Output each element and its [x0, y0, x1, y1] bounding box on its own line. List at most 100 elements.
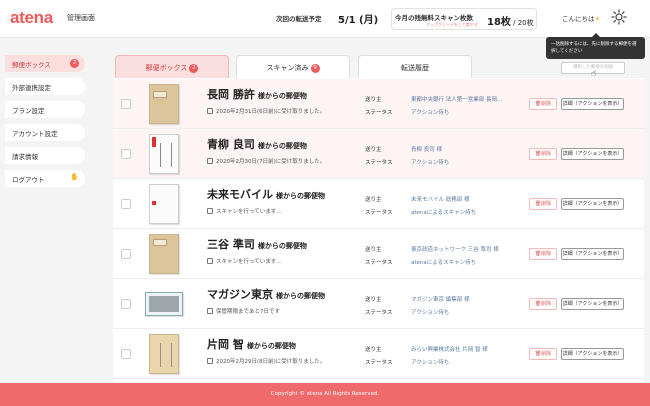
- upgrade-link[interactable]: アップグレードをして増やす: [426, 22, 478, 28]
- delete-button[interactable]: 🗑削除: [529, 148, 557, 160]
- name-suffix: 様からの郵便物: [257, 242, 307, 250]
- received-date-text: 2020年2月31日(6日前)に受け取りました。: [216, 109, 326, 115]
- scan-icon: [207, 208, 213, 214]
- sender-name-text: 長岡 勝許: [207, 88, 255, 101]
- delete-label: 削除: [541, 301, 552, 307]
- sender-value: 未来モバイル 総務部 様: [411, 197, 470, 203]
- status-value: アクション待ち: [411, 160, 450, 166]
- tab-scanned[interactable]: スキャン済み 9: [236, 55, 350, 78]
- row-checkbox[interactable]: [121, 349, 131, 359]
- status-key: ステータス: [365, 310, 393, 316]
- sender-value: 東都中央銀行 法人第一営業部 長岡...: [411, 97, 503, 103]
- sender-name-text: マガジン東京: [207, 288, 273, 301]
- calendar-icon: [207, 108, 213, 114]
- status-key: ステータス: [365, 160, 393, 166]
- mail-row[interactable]: マガジン東京 様からの郵便物 保管期限まであと7日です 送り主 ステータス マガジ…: [113, 279, 644, 329]
- detail-button[interactable]: 詳細（アクションを表示）: [561, 198, 624, 210]
- sender-name: 長岡 勝許 様からの郵便物: [207, 86, 307, 102]
- sender-value: マガジン東京 編集部 様: [411, 297, 470, 303]
- detail-button[interactable]: 詳細（アクションを表示）: [561, 348, 624, 360]
- sidebar-item-mailbox[interactable]: 郵便ボックス 2: [5, 55, 85, 72]
- sidebar-item-logout[interactable]: ログアウト ✋: [5, 170, 85, 187]
- scan-total: / 20枚: [510, 19, 534, 27]
- mail-row[interactable]: 長岡 勝許 様からの郵便物 2020年2月31日(6日前)に受け取りました。 送り…: [113, 79, 644, 129]
- detail-button[interactable]: 詳細（アクションを表示）: [561, 148, 624, 160]
- row-checkbox[interactable]: [121, 199, 131, 209]
- scan-icon: [207, 258, 213, 264]
- received-date-text: スキャンを行っています…: [216, 259, 282, 265]
- envelope-thumbnail[interactable]: [145, 184, 183, 224]
- tab-mailbox[interactable]: 郵便ボックス 2: [115, 55, 229, 78]
- sender-name-text: 未来モバイル: [207, 188, 273, 201]
- received-date: スキャンを行っています…: [207, 257, 282, 265]
- row-checkbox[interactable]: [121, 249, 131, 259]
- status-value: atenaによるスキャン待ち: [411, 210, 477, 216]
- tab-label: 郵便ボックス: [145, 64, 188, 72]
- row-checkbox[interactable]: [121, 149, 131, 159]
- gear-icon[interactable]: [610, 8, 628, 26]
- sidebar-item-integrations[interactable]: 外部連携設定: [5, 78, 85, 95]
- sender-name-text: 片岡 智: [207, 338, 244, 351]
- sun-icon: ☀: [594, 15, 601, 23]
- received-date: 保管期限まであと7日です: [207, 307, 280, 315]
- delete-button[interactable]: 🗑削除: [529, 198, 557, 210]
- sender-key: 送り主: [365, 147, 382, 153]
- received-date-text: 2020年2月29日(8日前)に受け取りました。: [216, 359, 326, 365]
- received-date: 2020年2月29日(8日前)に受け取りました。: [207, 357, 325, 365]
- envelope-thumbnail[interactable]: [145, 234, 183, 274]
- envelope-thumbnail[interactable]: [145, 284, 183, 324]
- mailbox-count-badge: 2: [70, 59, 79, 68]
- received-date-text: 2020年2月30日(7日前)に受け取りました。: [216, 159, 326, 165]
- status-key: ステータス: [365, 210, 393, 216]
- detail-button[interactable]: 詳細（アクションを表示）: [561, 248, 624, 260]
- mail-row[interactable]: 片岡 智様からの郵便物 2020年2月29日(8日前)に受け取りました。 送り主…: [113, 329, 644, 379]
- top-header: atena 管理画面 次回の転送予定 5/1 (月) 今月の残無料スキャン枚数 …: [0, 0, 650, 38]
- envelope-thumbnail[interactable]: [145, 84, 183, 124]
- status-value: atenaによるスキャン待ち: [411, 260, 477, 266]
- sidebar-item-billing[interactable]: 請求情報: [5, 147, 85, 164]
- scan-count-box: 今月の残無料スキャン枚数 アップグレードをして増やす 18枚 / 20枚: [391, 8, 537, 30]
- calendar-icon: [207, 158, 213, 164]
- mail-row[interactable]: 青柳 良司 様からの郵便物 2020年2月30日(7日前)に受け取りました。 送り…: [113, 129, 644, 179]
- delete-button[interactable]: 🗑削除: [529, 348, 557, 360]
- hand-icon: ✋: [70, 173, 79, 181]
- tab-transfer-history[interactable]: 転送履歴: [358, 55, 472, 78]
- sender-name-text: 青柳 良司: [207, 138, 255, 151]
- scan-count-label: 今月の残無料スキャン枚数: [395, 14, 473, 22]
- sender-value: 東京政道ネットワーク 三谷 準司 様: [411, 247, 499, 253]
- status-value: アクション待ち: [411, 110, 450, 116]
- admin-label: 管理画面: [67, 14, 95, 22]
- detail-button[interactable]: 詳細（アクションを表示）: [561, 98, 624, 110]
- envelope-thumbnail[interactable]: [145, 134, 183, 174]
- received-date: スキャンを行っています…: [207, 207, 282, 215]
- sidebar-item-label: ログアウト: [12, 176, 45, 184]
- tab-badge: 2: [189, 64, 199, 73]
- bulk-delete-tooltip: 一括削除するには、先に削除する郵便を選択してください: [546, 33, 645, 59]
- sender-key: 送り主: [365, 97, 382, 103]
- received-date: 2020年2月30日(7日前)に受け取りました。: [207, 157, 325, 165]
- mail-row[interactable]: 三谷 準司 様からの郵便物 スキャンを行っています… 送り主 ステータス 東京政道…: [113, 229, 644, 279]
- delete-button[interactable]: 🗑削除: [529, 248, 557, 260]
- mail-row[interactable]: 未来モバイル 様からの郵便物 スキャンを行っています… 送り主 ステータス 未来モ…: [113, 179, 644, 229]
- row-checkbox[interactable]: [121, 299, 131, 309]
- next-transfer-label: 次回の転送予定: [276, 15, 322, 23]
- sidebar-item-account[interactable]: アカウント設定: [5, 124, 85, 141]
- received-date-text: 保管期限まであと7日です: [216, 309, 280, 315]
- envelope-thumbnail[interactable]: [145, 334, 183, 374]
- atena-logo[interactable]: atena: [10, 8, 53, 28]
- status-key: ステータス: [365, 360, 393, 366]
- sidebar-item-plan[interactable]: プラン設定: [5, 101, 85, 118]
- sender-value: 青柳 良司 様: [411, 147, 442, 153]
- delete-button[interactable]: 🗑削除: [529, 98, 557, 110]
- row-checkbox[interactable]: [121, 99, 131, 109]
- delete-button[interactable]: 🗑削除: [529, 298, 557, 310]
- scan-remaining: 18枚: [487, 17, 511, 28]
- footer-copyright: Copyright © atena All Rights Reserved.: [0, 383, 650, 406]
- detail-button[interactable]: 詳細（アクションを表示）: [561, 298, 624, 310]
- sender-name: 未来モバイル 様からの郵便物: [207, 186, 325, 202]
- calendar-icon: [207, 358, 213, 364]
- delete-label: 削除: [541, 351, 552, 357]
- sidebar-item-label: アカウント設定: [12, 130, 58, 138]
- delete-label: 削除: [541, 151, 552, 157]
- delete-label: 削除: [541, 201, 552, 207]
